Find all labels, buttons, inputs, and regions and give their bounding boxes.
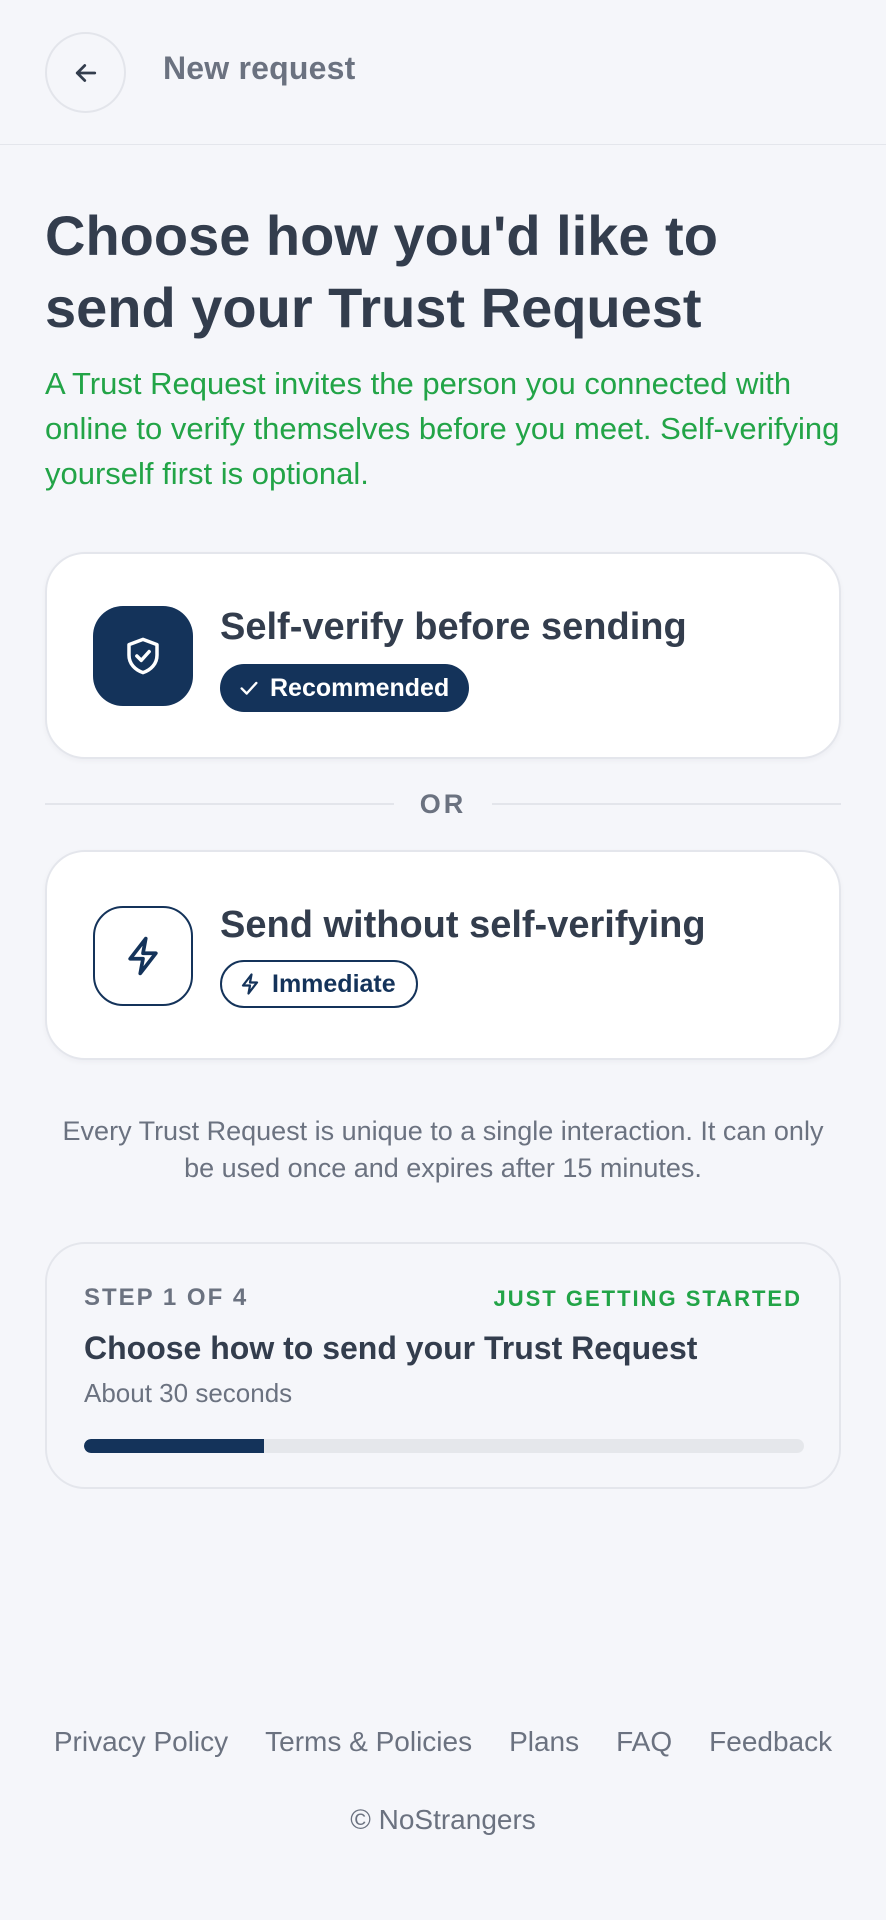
option-self-verify-card[interactable]: Self-verify before sending Recommended (45, 552, 841, 759)
copyright: © NoStrangers (350, 1804, 536, 1835)
page: New request Choose how you'd like to sen… (0, 0, 886, 1920)
step-time-estimate: About 30 seconds (84, 1378, 293, 1408)
footer-link-privacy-policy[interactable]: Privacy Policy (54, 1726, 228, 1758)
option-title: Self-verify before sending (220, 606, 687, 648)
immediate-badge: Immediate (220, 960, 418, 1008)
step-label: STEP 1 OF 4 (84, 1284, 249, 1311)
top-bar: New request (0, 0, 886, 145)
progress-card: STEP 1 OF 4 JUST GETTING STARTED Choose … (45, 1242, 841, 1489)
option-title: Send without self-verifying (220, 904, 706, 946)
lightning-icon (238, 972, 262, 996)
footer-links: Privacy Policy Terms & Policies Plans FA… (0, 1726, 886, 1758)
footer-link-faq[interactable]: FAQ (616, 1726, 672, 1758)
step-title: Choose how to send your Trust Request (84, 1330, 698, 1366)
header-title: New request (163, 50, 356, 86)
check-icon (238, 677, 260, 699)
badge-label: Immediate (272, 969, 396, 998)
page-title: Choose how you'd like to send your Trust… (45, 204, 718, 339)
progress-bar-fill (84, 1439, 264, 1453)
recommended-badge: Recommended (220, 664, 470, 712)
back-button[interactable] (45, 32, 126, 113)
divider-line (492, 803, 841, 805)
lightning-icon (93, 906, 193, 1006)
arrow-left-icon (71, 58, 101, 88)
or-label: OR (419, 788, 467, 819)
shield-check-icon (93, 606, 193, 706)
footer-link-terms[interactable]: Terms & Policies (265, 1726, 472, 1758)
expiry-note: Every Trust Request is unique to a singl… (62, 1116, 824, 1183)
step-status: JUST GETTING STARTED (493, 1286, 802, 1311)
footer-link-feedback[interactable]: Feedback (709, 1726, 832, 1758)
or-divider: OR (45, 786, 841, 822)
progress-bar (84, 1439, 804, 1453)
option-send-immediately-card[interactable]: Send without self-verifying Immediate (45, 850, 841, 1060)
badge-label: Recommended (270, 673, 450, 702)
divider-line (45, 803, 394, 805)
footer-link-plans[interactable]: Plans (509, 1726, 579, 1758)
page-subtitle: A Trust Request invites the person you c… (45, 366, 840, 491)
